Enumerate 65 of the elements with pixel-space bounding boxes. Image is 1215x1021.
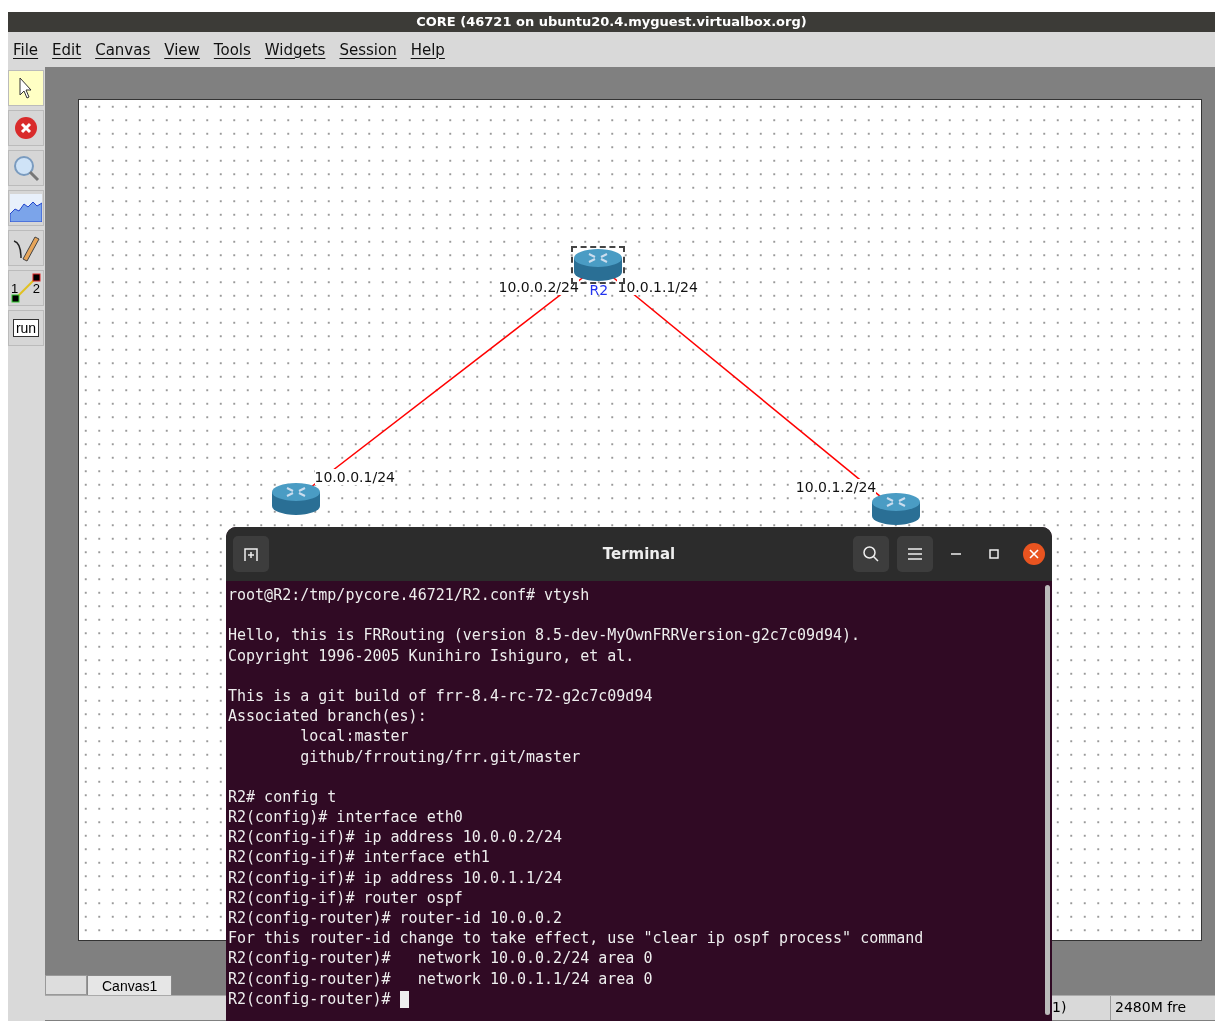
run-label: run [12,319,40,337]
terminal-line: For this router-id change to take effect, use "clear ip ospf process" command [228,928,924,949]
terminal-line: R2(config)# interface eth0 [228,807,463,828]
tool-button[interactable] [8,70,44,106]
tool-button[interactable] [8,190,44,226]
terminal-line: R2# config t [228,786,337,808]
interface-label: 10.0.0.1/24 [314,469,395,485]
terminal-title: Terminal [602,545,676,563]
canvas-tab[interactable]: Canvas1 [87,975,173,995]
terminal-line: github/frrouting/frr.git/master [299,746,581,767]
status-text: 2480M fre [1110,996,1201,1020]
status-text: 1) [1051,998,1068,1017]
menu-item[interactable]: View [164,40,200,59]
terminal-line: R2(config-router)# router-id 10.0.0.2 [228,908,563,929]
minimize-icon [951,553,961,555]
maximize-icon [989,549,999,559]
terminal-line: Associated branch(es): [228,706,427,727]
terminal-line: R2(config-router)# [228,988,392,1009]
terminal-line: This is a git build of frr-8.4-rc-72-g2c7c09d94 [228,685,653,707]
new-tab-button[interactable] [233,536,269,572]
terminal-line: R2(config-router)# network 10.0.0.2/24 area 0 [228,948,653,969]
interface-label: 10.0.1.2/24 [795,479,877,496]
node-number: 1 [11,281,19,296]
node-number: 2 [32,281,40,296]
menu-icon [908,548,922,560]
menu-item[interactable]: Tools [213,40,251,59]
close-button[interactable] [1023,543,1045,565]
new-tab-icon [243,546,259,562]
menu-item[interactable]: Session [339,40,397,59]
pointer-icon [18,77,34,99]
terminal-line: root@R2:/tmp/pycore.46721/R2.conf# vtysh [228,585,590,606]
tool-button[interactable]: 1 2 [8,270,44,306]
menu-item[interactable]: Edit [52,40,82,59]
tool-button[interactable] [8,230,44,266]
menu-item[interactable]: Canvas [95,40,151,59]
graph-icon [10,194,42,222]
router-icon [573,248,624,283]
interface-label: 10.0.1.1/24 [617,279,698,296]
search-icon [862,545,880,563]
interface-label: 10.0.0.2/24 [498,279,579,296]
menu-item[interactable]: File [13,40,39,59]
menu-item[interactable]: Help [410,40,445,59]
router-icon [870,492,921,527]
router-icon [270,482,321,516]
scrollbar-thumb[interactable] [1045,585,1050,1015]
terminal-line: Copyright 1996-2005 Kunihiro Ishiguro, et al. [228,645,635,666]
terminal-line: R2(config-if)# interface eth1 [228,847,490,868]
tool-button[interactable]: run [8,310,44,346]
terminal-line: R2(config-if)# ip address 10.0.0.2/24 [228,827,563,848]
link-icon [11,273,41,303]
search-button[interactable] [853,536,889,572]
tool-button[interactable] [8,110,44,146]
close-icon [1029,549,1039,559]
terminal-line: R2(config-if)# router ospf [228,887,463,908]
menu-button[interactable] [897,536,933,572]
terminal-line: R2(config-router)# network 10.0.1.1/24 area 0 [228,968,653,989]
menu-item[interactable]: Widgets [264,40,326,59]
terminal-line: R2(config-if)# ip address 10.0.1.1/24 [228,867,563,888]
stop-icon [14,116,38,140]
zoom-icon [12,154,40,182]
terminal-line: Hello, this is FRRouting (version 8.5-dev-MyOwnFRRVersion-g2c7c09d94). [228,625,861,646]
window-title: CORE (46721 on ubuntu20.4.myguest.virtualbox.org) [416,15,807,29]
text-cursor [399,990,409,1008]
node-label: R2 [589,282,609,299]
terminal-line: local:master [299,726,409,747]
